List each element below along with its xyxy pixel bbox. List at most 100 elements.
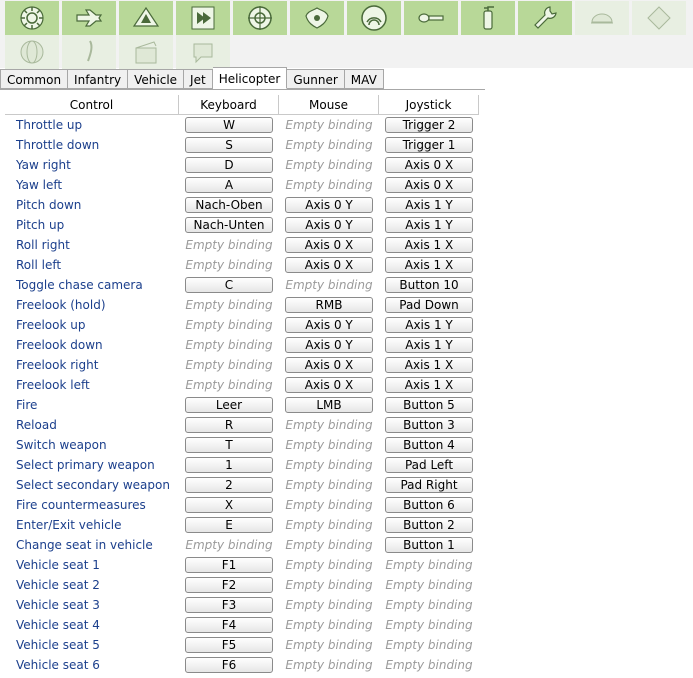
keyboard-binding-button[interactable]: T	[185, 437, 273, 453]
keyboard-binding-button[interactable]: D	[185, 157, 273, 173]
mouse-empty-binding[interactable]: Empty binding	[285, 118, 372, 132]
mouse-binding-button[interactable]: RMB	[285, 297, 373, 313]
joystick-binding-button[interactable]: Axis 1 Y	[385, 217, 473, 233]
keyboard-binding-button[interactable]: F5	[185, 637, 273, 653]
keyboard-empty-binding[interactable]: Empty binding	[185, 538, 272, 552]
mouse-binding-button[interactable]: Axis 0 Y	[285, 317, 373, 333]
tb-delta-wing[interactable]	[119, 1, 173, 35]
mouse-binding-button[interactable]: Axis 0 Y	[285, 197, 373, 213]
mouse-binding-button[interactable]: Axis 0 X	[285, 237, 373, 253]
mouse-binding-button[interactable]: Axis 0 X	[285, 257, 373, 273]
tb-wrench[interactable]	[518, 1, 572, 35]
keyboard-binding-button[interactable]: 1	[185, 457, 273, 473]
joystick-binding-button[interactable]: Axis 1 X	[385, 257, 473, 273]
joystick-empty-binding[interactable]: Empty binding	[385, 598, 472, 612]
joystick-binding-button[interactable]: Axis 0 X	[385, 177, 473, 193]
joystick-binding-button[interactable]: Axis 1 Y	[385, 337, 473, 353]
joystick-binding-button[interactable]: Axis 1 X	[385, 357, 473, 373]
keyboard-binding-button[interactable]: 2	[185, 477, 273, 493]
mouse-empty-binding[interactable]: Empty binding	[285, 178, 372, 192]
keyboard-empty-binding[interactable]: Empty binding	[185, 298, 272, 312]
tab-helicopter[interactable]: Helicopter	[212, 67, 288, 89]
mouse-empty-binding[interactable]: Empty binding	[285, 658, 372, 672]
tab-infantry[interactable]: Infantry	[68, 69, 129, 89]
joystick-binding-button[interactable]: Button 1	[385, 537, 473, 553]
keyboard-binding-button[interactable]: F3	[185, 597, 273, 613]
tb-feather[interactable]	[62, 35, 116, 69]
keyboard-binding-button[interactable]: Nach-Oben	[185, 197, 273, 213]
mouse-empty-binding[interactable]: Empty binding	[285, 498, 372, 512]
keyboard-empty-binding[interactable]: Empty binding	[185, 338, 272, 352]
joystick-binding-button[interactable]: Trigger 1	[385, 137, 473, 153]
joystick-empty-binding[interactable]: Empty binding	[385, 638, 472, 652]
mouse-binding-button[interactable]: Axis 0 Y	[285, 337, 373, 353]
mouse-empty-binding[interactable]: Empty binding	[285, 618, 372, 632]
keyboard-binding-button[interactable]: W	[185, 117, 273, 133]
keyboard-empty-binding[interactable]: Empty binding	[185, 238, 272, 252]
mouse-empty-binding[interactable]: Empty binding	[285, 158, 372, 172]
tb-gear[interactable]	[5, 1, 59, 35]
joystick-binding-button[interactable]: Button 10	[385, 277, 473, 293]
joystick-empty-binding[interactable]: Empty binding	[385, 618, 472, 632]
joystick-binding-button[interactable]: Button 6	[385, 497, 473, 513]
mouse-empty-binding[interactable]: Empty binding	[285, 478, 372, 492]
tab-mav[interactable]: MAV	[344, 69, 384, 89]
keyboard-binding-button[interactable]: A	[185, 177, 273, 193]
joystick-binding-button[interactable]: Axis 0 X	[385, 157, 473, 173]
mouse-empty-binding[interactable]: Empty binding	[285, 418, 372, 432]
keyboard-empty-binding[interactable]: Empty binding	[185, 258, 272, 272]
joystick-binding-button[interactable]: Axis 1 Y	[385, 197, 473, 213]
joystick-binding-button[interactable]: Trigger 2	[385, 117, 473, 133]
mouse-empty-binding[interactable]: Empty binding	[285, 138, 372, 152]
tb-crosshair[interactable]	[233, 1, 287, 35]
mouse-empty-binding[interactable]: Empty binding	[285, 578, 372, 592]
mouse-empty-binding[interactable]: Empty binding	[285, 518, 372, 532]
joystick-binding-button[interactable]: Button 4	[385, 437, 473, 453]
joystick-empty-binding[interactable]: Empty binding	[385, 558, 472, 572]
mouse-empty-binding[interactable]: Empty binding	[285, 438, 372, 452]
joystick-binding-button[interactable]: Pad Right	[385, 477, 473, 493]
tb-bubble[interactable]	[176, 35, 230, 69]
mouse-empty-binding[interactable]: Empty binding	[285, 278, 372, 292]
joystick-binding-button[interactable]: Axis 1 X	[385, 377, 473, 393]
tb-diamond[interactable]	[632, 1, 686, 35]
mouse-empty-binding[interactable]: Empty binding	[285, 558, 372, 572]
joystick-binding-button[interactable]: Button 2	[385, 517, 473, 533]
joystick-empty-binding[interactable]: Empty binding	[385, 578, 472, 592]
keyboard-binding-button[interactable]: Nach-Unten	[185, 217, 273, 233]
mouse-empty-binding[interactable]: Empty binding	[285, 598, 372, 612]
mouse-empty-binding[interactable]: Empty binding	[285, 638, 372, 652]
keyboard-empty-binding[interactable]: Empty binding	[185, 378, 272, 392]
joystick-empty-binding[interactable]: Empty binding	[385, 658, 472, 672]
tb-extinguisher[interactable]	[461, 1, 515, 35]
tb-shield-wings[interactable]	[290, 1, 344, 35]
joystick-binding-button[interactable]: Pad Down	[385, 297, 473, 313]
keyboard-binding-button[interactable]: C	[185, 277, 273, 293]
tab-gunner[interactable]: Gunner	[287, 69, 345, 89]
mouse-binding-button[interactable]: Axis 0 Y	[285, 217, 373, 233]
keyboard-binding-button[interactable]: F6	[185, 657, 273, 673]
tb-dome[interactable]	[575, 1, 629, 35]
keyboard-binding-button[interactable]: E	[185, 517, 273, 533]
keyboard-binding-button[interactable]: F1	[185, 557, 273, 573]
keyboard-binding-button[interactable]: R	[185, 417, 273, 433]
joystick-binding-button[interactable]: Button 5	[385, 397, 473, 413]
keyboard-binding-button[interactable]: X	[185, 497, 273, 513]
tab-vehicle[interactable]: Vehicle	[128, 69, 185, 89]
mouse-binding-button[interactable]: Axis 0 X	[285, 377, 373, 393]
tb-key[interactable]	[404, 1, 458, 35]
tb-radar[interactable]	[347, 1, 401, 35]
keyboard-empty-binding[interactable]: Empty binding	[185, 358, 272, 372]
keyboard-binding-button[interactable]: Leer	[185, 397, 273, 413]
joystick-binding-button[interactable]: Axis 1 Y	[385, 317, 473, 333]
tab-jet[interactable]: Jet	[184, 69, 213, 89]
tb-clapper[interactable]	[119, 35, 173, 69]
mouse-binding-button[interactable]: LMB	[285, 397, 373, 413]
keyboard-empty-binding[interactable]: Empty binding	[185, 318, 272, 332]
keyboard-binding-button[interactable]: F2	[185, 577, 273, 593]
tb-globe[interactable]	[5, 35, 59, 69]
joystick-binding-button[interactable]: Pad Left	[385, 457, 473, 473]
joystick-binding-button[interactable]: Button 3	[385, 417, 473, 433]
mouse-binding-button[interactable]: Axis 0 X	[285, 357, 373, 373]
tb-film-forward[interactable]	[176, 1, 230, 35]
